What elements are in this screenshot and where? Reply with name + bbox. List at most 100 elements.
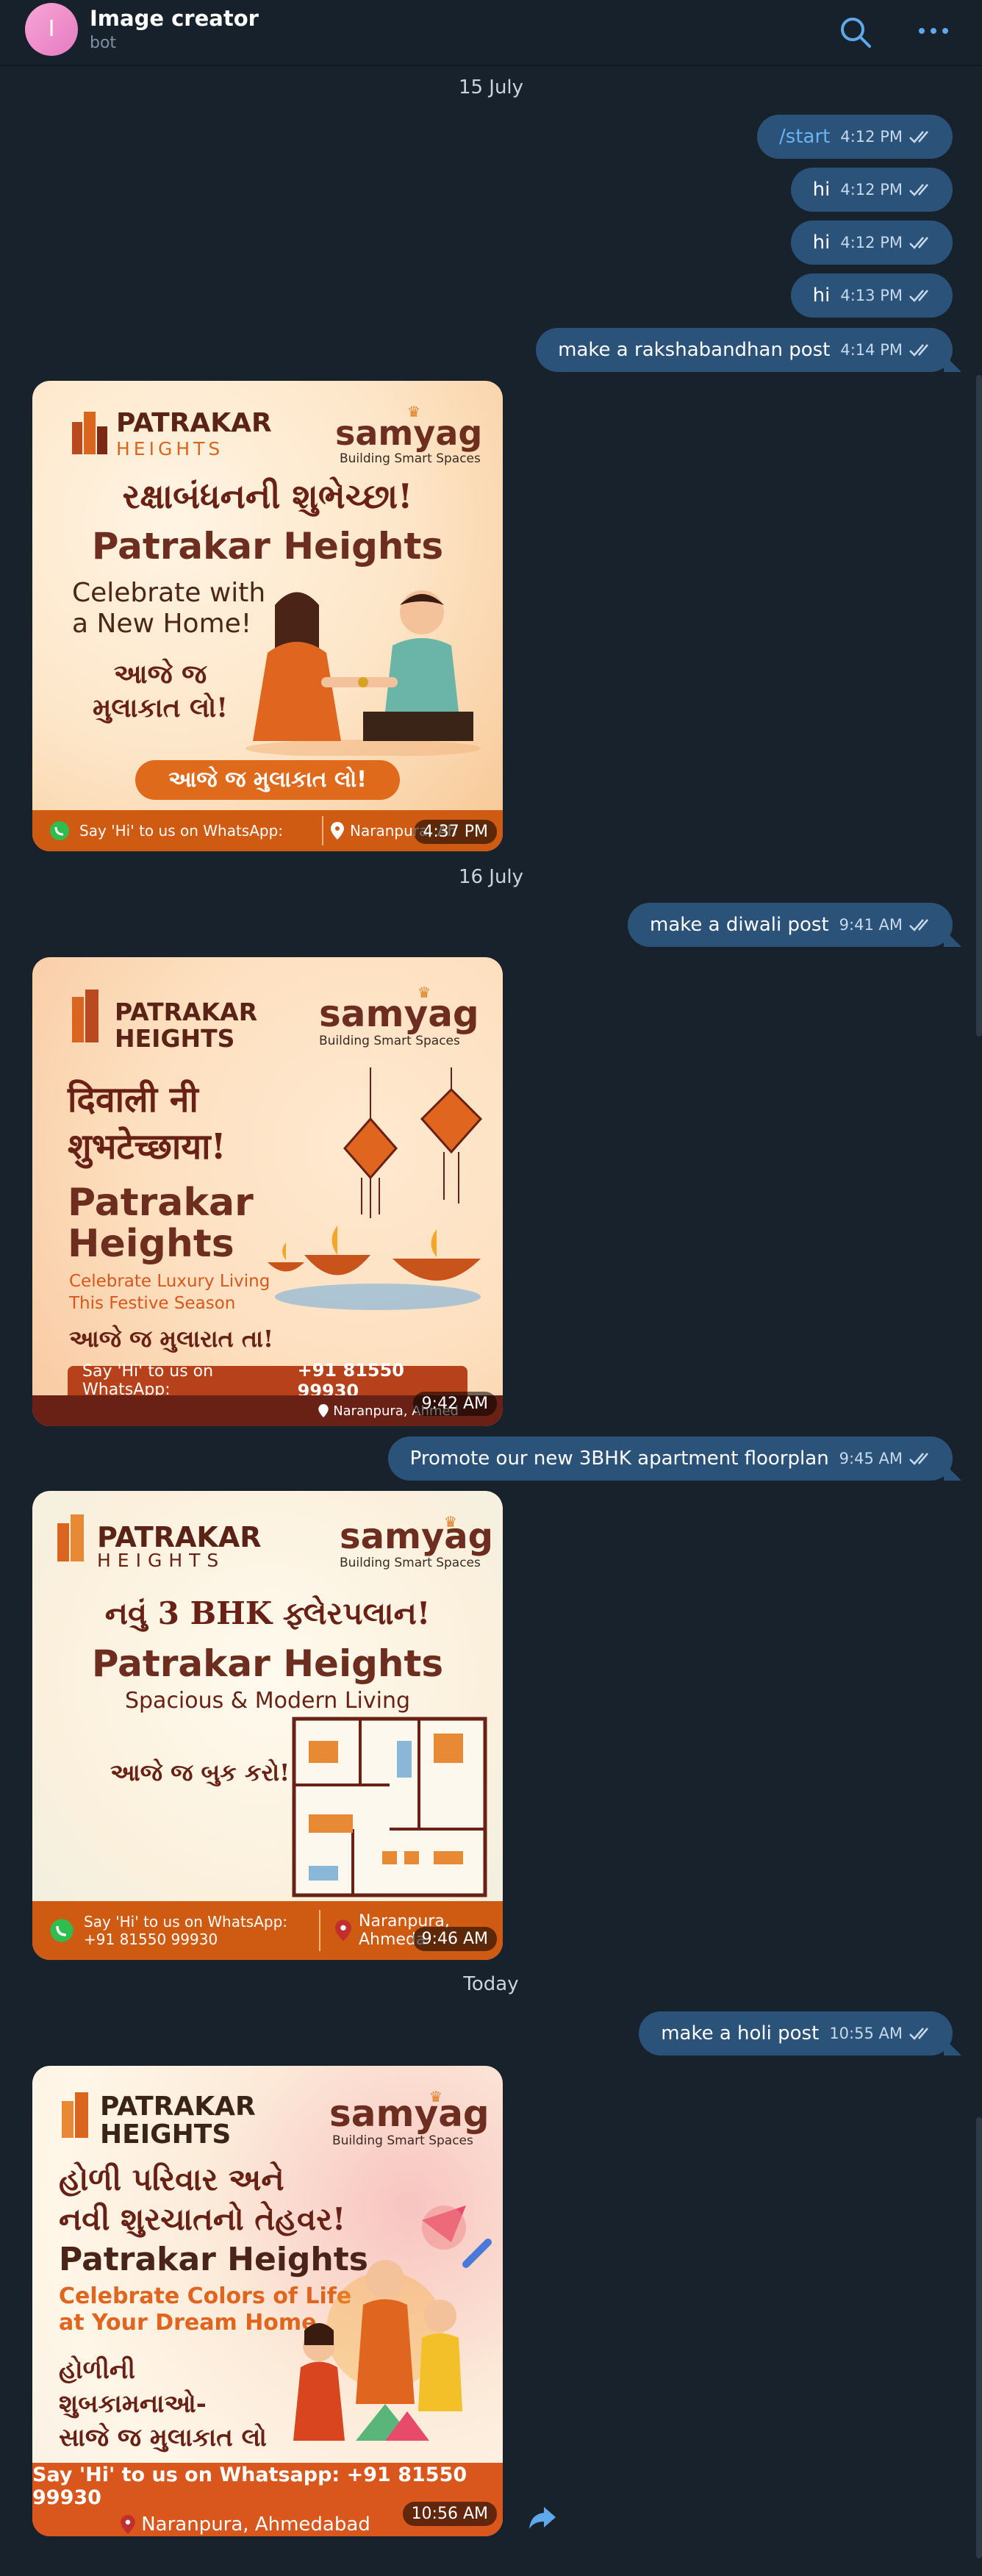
poster-headline: રક્ષાબંધનની શુભેચ્છા!	[122, 476, 413, 516]
poster-headline: નવું 3 BHK ફ્લેરપલાન!	[104, 1595, 431, 1631]
poster-tagline: Celebrate Luxury Living	[69, 1272, 270, 1291]
chat-title[interactable]: Image creator	[90, 6, 259, 31]
more-options-icon[interactable]	[914, 15, 953, 51]
poster-title: Patrakar Heights	[91, 525, 444, 568]
brand-subname: HEIGHTS	[116, 438, 224, 459]
samyag-logo: samyag	[340, 1516, 494, 1557]
message-time: 4:12 PM	[840, 234, 903, 251]
date-separator: 16 July	[458, 866, 524, 888]
message-time: 9:42 AM	[412, 1392, 497, 1416]
outgoing-message[interactable]: Promote our new 3BHK apartment floorplan…	[387, 1437, 953, 1481]
message-text: Promote our new 3BHK apartment floorplan	[409, 1448, 829, 1470]
samyag-logo: samyag	[335, 413, 483, 453]
message-time: 4:14 PM	[840, 341, 903, 359]
image-post-holi[interactable]: PATRAKAR HEIGHTS ♛ samyag Building Smart…	[32, 2066, 503, 2536]
message-time: 9:45 AM	[839, 1450, 903, 1467]
search-icon[interactable]	[836, 13, 875, 51]
outgoing-message[interactable]: hi 4:12 PM	[790, 168, 953, 212]
outgoing-message[interactable]: make a holi post 10:55 AM	[639, 2011, 953, 2056]
poster-gujarati-text: હોળીની	[59, 2355, 135, 2385]
poster-title: Patrakar	[68, 1181, 254, 1225]
footer-location-text: Naranpura, Ahmedabad	[141, 2514, 370, 2536]
message-time: 4:12 PM	[840, 128, 903, 146]
poster-gujarati-text: આજે જ બુક કરો!	[110, 1759, 290, 1786]
footer-whatsapp: Say 'Hi' to us on WhatsApp: +91 81550 99…	[84, 1913, 304, 1948]
message-text: make a rakshabandhan post	[558, 339, 831, 361]
location-pin-icon	[335, 1920, 351, 1942]
poster-tagline: a New Home!	[72, 609, 252, 639]
brand-name: PATRAKAR	[115, 998, 258, 1026]
image-post-floorplan[interactable]: PATRAKAR HEIGHTS ♛ samyag Building Smart…	[32, 1491, 503, 1960]
read-ticks-icon	[909, 1453, 928, 1465]
message-time: 4:37 PM	[414, 820, 497, 844]
share-icon[interactable]	[525, 2500, 560, 2535]
poster-title: Heights	[68, 1222, 234, 1266]
location-pin-icon	[121, 2515, 135, 2534]
samyag-tagline: Building Smart Spaces	[340, 451, 481, 466]
message-time: 10:56 AM	[402, 2502, 497, 2526]
patrakar-logo-icon	[72, 412, 107, 454]
chat-subtitle: bot	[90, 34, 117, 52]
bot-avatar[interactable]: I	[25, 3, 78, 56]
poster-headline: હોળી પરિવાર અને	[59, 2161, 284, 2197]
read-ticks-icon	[909, 237, 928, 249]
divider	[322, 816, 323, 845]
outgoing-message[interactable]: make a rakshabandhan post 4:14 PM	[536, 328, 953, 372]
poster-tagline: This Festive Season	[69, 1294, 236, 1313]
poster-gujarati-text: મુલાકાત લો!	[92, 693, 229, 723]
date-separator: 15 July	[458, 76, 524, 99]
footer-whatsapp-text: Say 'Hi' to us on WhatsApp:	[84, 1913, 288, 1931]
message-text: make a diwali post	[650, 914, 829, 936]
image-post-diwali[interactable]: PATRAKAR HEIGHTS ♛ samyag Building Smart…	[32, 957, 503, 1426]
footer-whatsapp-text: Say 'Hi' to us on WhatsApp:	[79, 822, 284, 840]
message-time: 4:13 PM	[840, 287, 903, 304]
whatsapp-icon	[50, 1919, 74, 1942]
message-time: 9:41 AM	[839, 916, 903, 934]
samyag-tagline: Building Smart Spaces	[340, 1556, 481, 1570]
read-ticks-icon	[909, 344, 928, 357]
brand-subname: HEIGHTS	[97, 1550, 226, 1571]
image-post-rakshabandhan[interactable]: PATRAKAR HEIGHTS ♛ samyag Building Smart…	[32, 381, 503, 851]
read-ticks-icon	[909, 2028, 928, 2040]
whatsapp-icon	[50, 821, 69, 840]
rakhi-illustration	[246, 590, 481, 756]
scrollbar[interactable]	[976, 375, 982, 1037]
message-time: 9:46 AM	[412, 1927, 497, 1951]
outgoing-message[interactable]: /start 4:12 PM	[757, 115, 953, 159]
message-text: hi	[812, 179, 831, 201]
chat-header: I Image creator bot	[0, 0, 982, 66]
footer-phone-text: +91 81550 99930	[84, 1931, 218, 1948]
brand-name: PATRAKAR	[100, 2092, 256, 2122]
poster-footer: Say 'Hi' to us on WhatsApp: +91 81550 99…	[68, 1360, 467, 1401]
poster-gujarati-text: આજે જ મુલારાત તા!	[69, 1325, 273, 1353]
poster-title: Patrakar Heights	[91, 1642, 444, 1685]
location-pin-icon	[318, 1404, 329, 1417]
message-text: hi	[812, 285, 831, 307]
outgoing-message[interactable]: hi 4:13 PM	[790, 273, 953, 318]
scrollbar-thumb[interactable]	[976, 2117, 982, 2558]
poster-tagline: Celebrate with	[72, 578, 266, 608]
message-time: 10:55 AM	[829, 2025, 903, 2042]
date-separator: Today	[463, 1973, 519, 1995]
poster-gujarati-text: સાજે જ મુલાકાત લો	[59, 2423, 267, 2452]
message-time: 4:12 PM	[840, 181, 903, 198]
samyag-logo: samyag	[319, 992, 479, 1035]
patrakar-logo-icon	[57, 1514, 84, 1561]
samyag-tagline: Building Smart Spaces	[332, 2133, 473, 2148]
outgoing-message[interactable]: make a diwali post 9:41 AM	[628, 903, 953, 947]
read-ticks-icon	[909, 919, 928, 931]
read-ticks-icon	[909, 131, 928, 143]
cta-button[interactable]: આજે જ મુલાકાત લો!	[135, 760, 400, 800]
location-pin-icon	[331, 822, 344, 840]
outgoing-message[interactable]: hi 4:12 PM	[790, 221, 953, 265]
patrakar-logo-icon	[72, 990, 98, 1042]
patrakar-logo-icon	[62, 2092, 88, 2138]
message-text[interactable]: /start	[779, 126, 830, 148]
poster-gujarati-text: શુબકામનાઓ-	[59, 2389, 207, 2419]
poster-gujarati-text: આજે જ	[113, 659, 207, 690]
read-ticks-icon	[909, 290, 928, 302]
holi-illustration	[293, 2205, 492, 2441]
brand-subname: HEIGHTS	[115, 1024, 235, 1053]
samyag-logo: samyag	[329, 2092, 490, 2135]
poster-headline: शुभटेच्छाया!	[68, 1126, 226, 1167]
